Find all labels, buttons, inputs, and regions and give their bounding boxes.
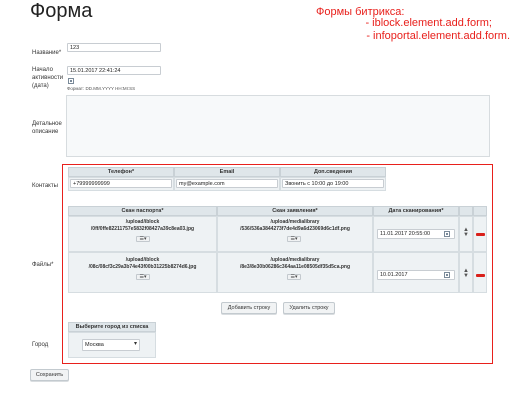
files-header-empty [459,206,473,216]
active-from-label-2: активности [32,75,64,81]
active-from-input[interactable]: 15.01.2017 22:41:24 [67,66,161,75]
passport-file-path-dir[interactable]: /upload/iblock [68,257,217,264]
city-header: Выберите город из списка [68,322,156,332]
calendar-icon[interactable] [444,231,450,237]
description-label-2: описание [32,129,59,135]
date-format-hint: Формат: DD.MM.YYYY HH:MI:SS [67,86,136,91]
statement-file-path[interactable]: /8e3/8e30b06286c364aa11e08505df35d5ca.pn… [217,264,373,271]
description-label-1: Детальное [32,121,62,127]
passport-file-path-dir[interactable]: /upload/iblock [68,219,217,226]
file-menu-button[interactable]: ☰▾ [287,236,301,242]
delete-row-icon[interactable] [476,233,485,236]
file-menu-button[interactable]: ☰▾ [136,274,150,280]
files-label: Файлы* [32,262,54,268]
files-cell [473,252,487,293]
file-menu-button[interactable]: ☰▾ [287,274,301,280]
extra-info-input[interactable]: Звонить с 10:00 до 19:00 [282,179,384,188]
files-header-empty [473,206,487,216]
files-header-scan-date: Дата сканирования* [373,206,459,216]
files-header-passport: Скан паспорта* [68,206,217,216]
delete-row-button[interactable]: Удалить строку [283,302,335,314]
annotation-line-1: - iblock.element.add.form; [365,17,492,29]
move-row-arrows-icon[interactable]: ▲ ▼ [462,268,470,279]
passport-file-path[interactable]: /0ff/0ffe82211757e5832f08427a39c8ea03.jp… [68,226,217,233]
statement-file-path[interactable]: /536/536a3844273f7de4d9a6d23069d6c1df.pn… [217,226,373,233]
contacts-header-extra: Доп.сведения [280,167,386,177]
active-from-label-3: (дата) [32,83,49,89]
contacts-header-phone: Телефон* [68,167,174,177]
statement-file-path-dir[interactable]: /upload/medialibrary [217,219,373,226]
chevron-down-icon: ▾ [134,341,138,347]
file-menu-button[interactable]: ☰▾ [136,236,150,242]
move-row-arrows-icon[interactable]: ▲ ▼ [462,227,470,238]
annotation-line-2: - infoportal.element.add.form. [366,30,510,42]
description-textarea[interactable] [66,95,490,157]
save-button[interactable]: Сохранить [30,369,69,381]
passport-file-path[interactable]: /08c/08cf3c29a3b74e43f00b31225b8274d6.jp… [68,264,217,271]
contacts-label: Контакты [32,183,58,189]
city-label: Город [32,342,49,348]
statement-file-path-dir[interactable]: /upload/medialibrary [217,257,373,264]
name-label: Название* [32,50,62,56]
delete-row-icon[interactable] [476,274,485,277]
city-select[interactable]: Москва [82,339,140,351]
page-title: Форма [30,0,93,22]
calendar-icon[interactable] [444,272,450,278]
name-input[interactable]: 123 [67,43,161,52]
email-input[interactable]: my@example.com [176,179,278,188]
contacts-header-email: Email [174,167,280,177]
files-header-statement: Скан заявления* [217,206,373,216]
phone-input[interactable]: +79999999999 [70,179,172,188]
calendar-icon[interactable] [68,78,74,84]
active-from-label-1: Начало [32,67,53,73]
add-row-button[interactable]: Добавить строку [221,302,277,314]
